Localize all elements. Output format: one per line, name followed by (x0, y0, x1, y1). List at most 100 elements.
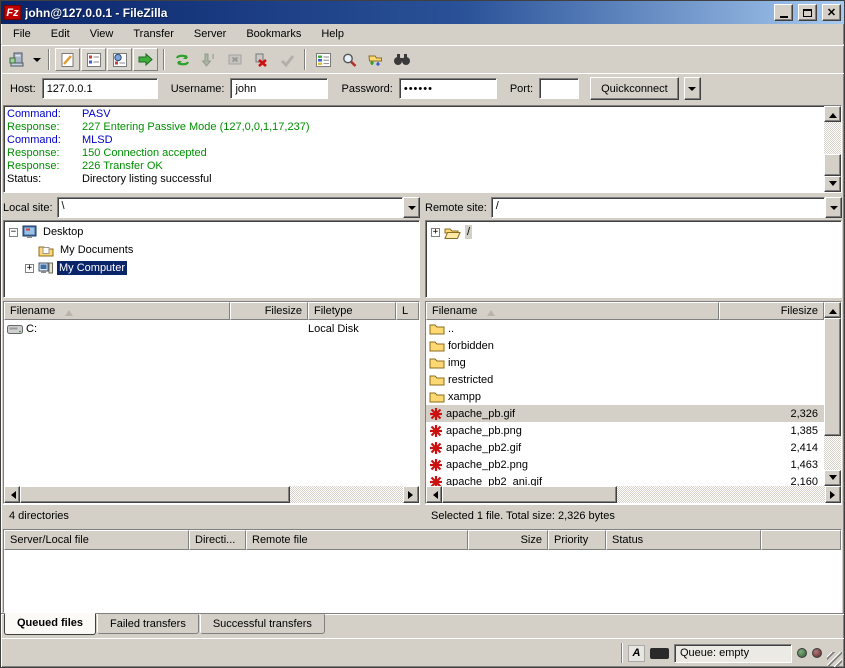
scroll-up-button[interactable] (824, 302, 841, 318)
menu-file[interactable]: File (3, 25, 41, 43)
synchronized-browsing-button[interactable] (363, 48, 388, 71)
resize-grip[interactable] (827, 652, 842, 667)
tree-item-my-computer[interactable]: + My Computer (4, 259, 419, 277)
menu-help[interactable]: Help (311, 25, 354, 43)
scrollbar-thumb[interactable] (824, 318, 841, 436)
expand-icon[interactable]: + (431, 228, 440, 237)
menu-transfer[interactable]: Transfer (123, 25, 184, 43)
column-filetype[interactable]: Filetype (308, 302, 396, 320)
scroll-left-button[interactable] (426, 486, 442, 503)
tab-failed-transfers[interactable]: Failed transfers (97, 614, 199, 634)
tree-item-desktop[interactable]: − Desktop (4, 223, 419, 241)
file-row[interactable]: apache_pb.png 1,385 (426, 422, 824, 439)
menu-view[interactable]: View (80, 25, 124, 43)
column-filename[interactable]: Filename (4, 302, 230, 320)
tree-item-my-documents[interactable]: My Documents (4, 241, 419, 259)
refresh-button[interactable] (170, 48, 195, 71)
log-vertical-scrollbar[interactable] (824, 106, 841, 192)
file-row[interactable]: apache_pb2_ani.gif 2,160 (426, 473, 824, 486)
toggle-message-log-button[interactable] (55, 48, 80, 71)
site-manager-dropdown[interactable] (30, 48, 43, 71)
menu-edit[interactable]: Edit (41, 25, 80, 43)
arrow-left-icon (7, 491, 16, 499)
disconnect-button[interactable] (248, 48, 273, 71)
dir-row[interactable]: forbidden (426, 337, 824, 354)
scrollbar-thumb[interactable] (824, 154, 841, 176)
scroll-right-button[interactable] (403, 486, 419, 503)
minimize-button[interactable] (774, 4, 793, 21)
folder-icon (429, 356, 445, 369)
remote-site-combo[interactable]: / (491, 197, 842, 218)
filezilla-window: Fz john@127.0.0.1 - FileZilla ✕ File Edi… (0, 0, 845, 668)
menu-bookmarks[interactable]: Bookmarks (236, 25, 311, 43)
quickconnect-button[interactable]: Quickconnect (590, 77, 679, 100)
column-filesize[interactable]: Filesize (719, 302, 824, 320)
local-site-value[interactable]: \ (57, 197, 403, 218)
directory-comparison-button[interactable] (337, 48, 362, 71)
filter-button[interactable] (311, 48, 336, 71)
dir-row[interactable]: .. (426, 320, 824, 337)
message-log-content: Command:PASV Response:227 Entering Passi… (4, 106, 824, 192)
process-queue-button[interactable] (196, 48, 221, 71)
file-row-c-drive[interactable]: C: Local Disk (4, 320, 419, 337)
scrollbar-thumb[interactable] (442, 486, 617, 503)
scrollbar-thumb[interactable] (20, 486, 290, 503)
transfer-type-indicator-icon[interactable]: A (628, 645, 645, 662)
scroll-right-button[interactable] (825, 486, 841, 503)
remote-vertical-scrollbar[interactable] (824, 302, 841, 486)
speedlimit-icon[interactable] (650, 648, 669, 659)
scroll-down-button[interactable] (824, 470, 841, 486)
local-site-combo[interactable]: \ (57, 197, 420, 218)
close-button[interactable]: ✕ (822, 4, 841, 21)
column-status[interactable]: Status (606, 530, 761, 550)
file-row[interactable]: apache_pb2.gif 2,414 (426, 439, 824, 456)
toggle-remote-tree-button[interactable] (107, 48, 132, 71)
cancel-button[interactable] (222, 48, 247, 71)
maximize-button[interactable] (798, 4, 817, 21)
my-documents-icon (38, 244, 54, 257)
quickconnect-dropdown[interactable] (684, 77, 701, 100)
column-remote-file[interactable]: Remote file (246, 530, 468, 550)
remote-horizontal-scrollbar[interactable] (426, 486, 841, 503)
host-input[interactable] (42, 78, 158, 99)
find-files-button[interactable] (389, 48, 414, 71)
dir-row[interactable]: xampp (426, 388, 824, 405)
minimize-icon (780, 16, 788, 18)
dir-row[interactable]: restricted (426, 371, 824, 388)
scroll-down-button[interactable] (824, 176, 841, 192)
local-horizontal-scrollbar[interactable] (4, 486, 419, 503)
tree-item-root[interactable]: + / (426, 223, 841, 241)
collapse-icon[interactable]: − (9, 228, 18, 237)
file-row-selected[interactable]: apache_pb.gif 2,326 (426, 405, 824, 422)
column-filesize[interactable]: Filesize (230, 302, 308, 320)
sort-ascending-icon (65, 306, 73, 316)
remote-site-value[interactable]: / (491, 197, 825, 218)
arrow-up-icon (829, 305, 837, 314)
file-row[interactable]: apache_pb2.png 1,463 (426, 456, 824, 473)
column-filename[interactable]: Filename (426, 302, 719, 320)
filezilla-logo-icon: Fz (4, 5, 21, 20)
log-text: MLSD (82, 134, 113, 147)
expand-icon[interactable]: + (25, 264, 34, 273)
username-input[interactable] (230, 78, 328, 99)
tab-successful-transfers[interactable]: Successful transfers (200, 614, 325, 634)
toggle-transfer-queue-button[interactable] (133, 48, 158, 71)
site-manager-button[interactable] (4, 48, 29, 71)
port-input[interactable] (539, 78, 579, 99)
reconnect-button[interactable] (274, 48, 299, 71)
password-input[interactable] (399, 78, 497, 99)
refresh-icon (174, 52, 191, 68)
scroll-up-button[interactable] (824, 106, 841, 122)
tab-queued-files[interactable]: Queued files (4, 613, 96, 635)
column-server-local-file[interactable]: Server/Local file (4, 530, 189, 550)
dir-row[interactable]: img (426, 354, 824, 371)
local-site-dropdown[interactable] (403, 197, 420, 218)
menu-server[interactable]: Server (184, 25, 236, 43)
remote-site-dropdown[interactable] (825, 197, 842, 218)
column-last-modified[interactable]: L (396, 302, 419, 320)
column-direction[interactable]: Directi... (189, 530, 246, 550)
column-size[interactable]: Size (468, 530, 548, 550)
column-priority[interactable]: Priority (548, 530, 606, 550)
scroll-left-button[interactable] (4, 486, 20, 503)
toggle-local-tree-button[interactable] (81, 48, 106, 71)
